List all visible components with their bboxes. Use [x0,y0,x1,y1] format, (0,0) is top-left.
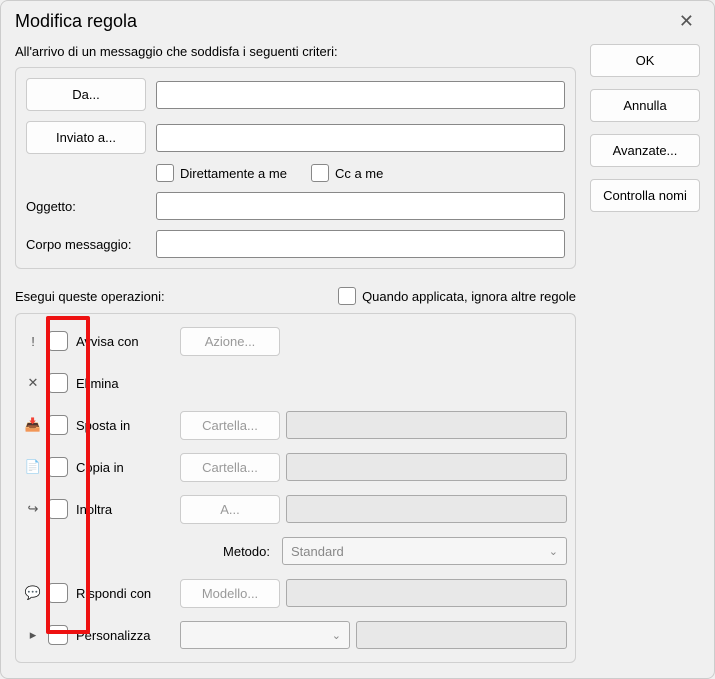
move-folder-button[interactable]: Cartella... [180,411,280,440]
move-label: Sposta in [74,418,174,433]
operations-intro: Esegui queste operazioni: [15,289,165,304]
operations-group: ! Avvisa con Azione... ✕ Elimina 📥 Spost… [15,313,576,663]
alert-action-button[interactable]: Azione... [180,327,280,356]
alert-checkbox[interactable] [48,331,68,351]
forward-label: Inoltra [74,502,174,517]
titlebar: Modifica regola ✕ [1,1,714,38]
delete-icon: ✕ [24,375,42,391]
move-checkbox[interactable] [48,415,68,435]
reply-template-button[interactable]: Modello... [180,579,280,608]
subject-input[interactable] [156,192,565,220]
cc-to-me-label: Cc a me [335,166,383,181]
alert-icon: ! [24,334,42,349]
ok-button[interactable]: OK [590,44,700,77]
close-icon[interactable]: ✕ [673,11,700,32]
from-button[interactable]: Da... [26,78,146,111]
reply-icon: 💬 [24,585,42,601]
cancel-button[interactable]: Annulla [590,89,700,122]
delete-label: Elimina [74,376,174,391]
from-input[interactable] [156,81,565,109]
move-folder-field [286,411,567,439]
method-label: Metodo: [180,544,276,559]
forward-to-button[interactable]: A... [180,495,280,524]
chevron-down-icon: ⌄ [332,629,341,642]
method-value: Standard [291,544,344,559]
direct-to-me-checkbox[interactable] [156,164,174,182]
cc-to-me-checkbox[interactable] [311,164,329,182]
custom-select[interactable]: ⌄ [180,621,350,649]
delete-checkbox[interactable] [48,373,68,393]
forward-to-field [286,495,567,523]
custom-checkbox[interactable] [48,625,68,645]
reply-checkbox[interactable] [48,583,68,603]
edit-rule-dialog: Modifica regola ✕ All'arrivo di un messa… [0,0,715,679]
copy-icon: 📄 [24,459,42,475]
forward-checkbox[interactable] [48,499,68,519]
sent-to-input[interactable] [156,124,565,152]
chevron-down-icon: ⌄ [549,545,558,558]
ignore-other-rules-label: Quando applicata, ignora altre regole [362,289,576,304]
copy-folder-button[interactable]: Cartella... [180,453,280,482]
sent-to-button[interactable]: Inviato a... [26,121,146,154]
method-select[interactable]: Standard ⌄ [282,537,567,565]
direct-to-me-label: Direttamente a me [180,166,287,181]
dialog-sidebar: OK Annulla Avanzate... Controlla nomi [590,38,700,663]
move-icon: 📥 [24,417,42,433]
copy-folder-field [286,453,567,481]
subject-label: Oggetto: [26,199,146,214]
check-names-button[interactable]: Controlla nomi [590,179,700,212]
dialog-title: Modifica regola [15,11,137,32]
criteria-intro: All'arrivo di un messaggio che soddisfa … [15,44,576,59]
body-input[interactable] [156,230,565,258]
advanced-button[interactable]: Avanzate... [590,134,700,167]
custom-icon: ▸ [24,627,42,643]
criteria-group: Da... Inviato a... Direttamente a me Cc … [15,67,576,269]
copy-label: Copia in [74,460,174,475]
ignore-other-rules-checkbox[interactable] [338,287,356,305]
custom-field [356,621,567,649]
reply-template-field [286,579,567,607]
copy-checkbox[interactable] [48,457,68,477]
forward-icon: ↪ [24,501,42,517]
body-label: Corpo messaggio: [26,237,146,252]
custom-label: Personalizza [74,628,174,643]
alert-label: Avvisa con [74,334,174,349]
reply-label: Rispondi con [74,586,174,601]
